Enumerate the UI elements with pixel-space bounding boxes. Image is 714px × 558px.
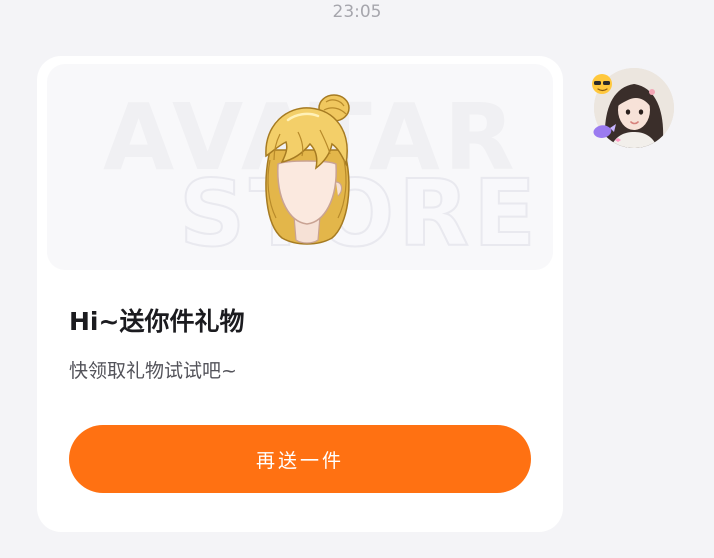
card-title: Hi~送你件礼物 [69,307,245,336]
gift-message-card[interactable]: AVATAR STORE [37,56,563,532]
gift-banner: AVATAR STORE [47,64,553,270]
chat-screen: 23:05 AVATAR STORE [0,0,714,558]
send-another-gift-button[interactable]: 再送一件 [69,425,531,493]
card-subtitle: 快领取礼物试试吧~ [69,360,237,382]
message-timestamp: 23:05 [332,2,382,22]
hair-icon [265,94,350,245]
sender-avatar[interactable] [590,66,674,150]
